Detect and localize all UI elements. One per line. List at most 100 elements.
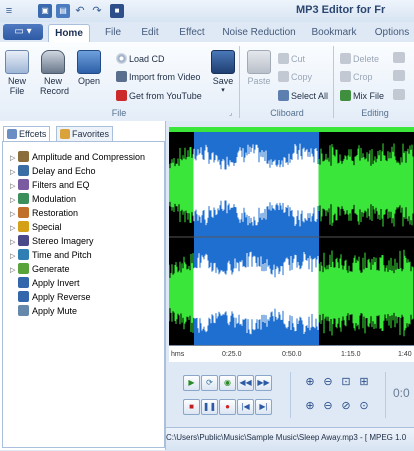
tree-item[interactable]: Apply Reverse: [10, 290, 91, 304]
crop-label: Crop: [353, 72, 373, 82]
youtube-icon: [116, 90, 127, 101]
paste-icon: [247, 50, 271, 74]
zoom-vert-out-icon[interactable]: ⊖: [321, 399, 335, 413]
scissors-icon: [278, 53, 289, 64]
skip-start-icon[interactable]: |◀: [237, 399, 254, 415]
effect-category-icon: [18, 263, 29, 274]
ribbon-divider: [333, 46, 334, 118]
copy-label: Copy: [291, 72, 313, 82]
play-selection-icon[interactable]: ◉: [219, 375, 236, 391]
save-icon[interactable]: ▣: [38, 4, 52, 18]
fast-forward-icon[interactable]: ▶▶: [255, 375, 272, 391]
select-all-label: Select All: [291, 91, 329, 101]
effect-category-icon: [18, 193, 29, 204]
skip-end-icon[interactable]: ▶|: [255, 399, 272, 415]
import-video-button[interactable]: Import from Video: [116, 70, 200, 84]
floppy-icon[interactable]: ■: [110, 4, 124, 18]
cut-button[interactable]: Cut: [278, 52, 305, 66]
open-icon[interactable]: ▤: [56, 4, 70, 18]
play-icon[interactable]: ▶: [183, 375, 200, 391]
load-cd-label: Load CD: [129, 54, 165, 64]
save-dropdown-icon[interactable]: ▾: [210, 86, 236, 96]
tab-effects[interactable]: Effcets: [3, 126, 51, 142]
window-title: MP3 Editor for Fr: [296, 4, 386, 16]
timeline-tick-label: 0:50.0: [282, 351, 302, 358]
effect-category-icon: [18, 179, 29, 190]
effect-category-icon: [18, 165, 29, 176]
tab-home[interactable]: Home: [48, 24, 90, 43]
tree-item[interactable]: ▷ Amplitude and Compression: [10, 150, 145, 164]
undo-icon[interactable]: ↶: [73, 4, 87, 18]
disabled-tool-icon[interactable]: [393, 89, 405, 100]
tab-noise-reduction[interactable]: Noise Reduction: [222, 24, 296, 42]
group-launcher-icon[interactable]: ⌟: [229, 109, 232, 117]
microphone-icon: [41, 50, 65, 74]
effect-category-icon: [18, 207, 29, 218]
redo-icon[interactable]: ↷: [90, 4, 104, 18]
disabled-tool-icon[interactable]: [393, 70, 405, 81]
tree-item[interactable]: Apply Mute: [10, 304, 77, 318]
pause-icon[interactable]: ❚❚: [201, 399, 218, 415]
mix-file-button[interactable]: Mix File: [340, 89, 384, 103]
tree-item[interactable]: ▷ Special: [10, 220, 62, 234]
zoom-selection-icon[interactable]: ⊡: [339, 375, 353, 389]
loop-icon[interactable]: ⟳: [201, 375, 218, 391]
save-label: Save: [212, 76, 234, 86]
load-cd-button[interactable]: Load CD: [116, 52, 165, 66]
zoom-divider: [385, 372, 386, 418]
waveform-display[interactable]: [169, 127, 414, 345]
tree-item-label: Filters and EQ: [32, 180, 90, 190]
tree-item[interactable]: ▷ Time and Pitch: [10, 248, 92, 262]
new-file-button[interactable]: New File: [4, 50, 30, 96]
app-menu-button[interactable]: ▭ ▾: [3, 24, 43, 40]
tree-item[interactable]: Apply Invert: [10, 276, 80, 290]
open-button[interactable]: Open: [76, 50, 102, 86]
record-icon[interactable]: ●: [219, 399, 236, 415]
crop-button[interactable]: Crop: [340, 70, 373, 84]
tree-item-label: Time and Pitch: [32, 250, 92, 260]
new-file-label: New File: [7, 76, 26, 96]
tree-item[interactable]: ▷ Filters and EQ: [10, 178, 90, 192]
stop-icon[interactable]: ■: [183, 399, 200, 415]
zoom-vert-in-icon[interactable]: ⊕: [303, 399, 317, 413]
menu-glyph-icon[interactable]: ≡: [2, 4, 16, 18]
select-all-icon: [278, 90, 289, 101]
cd-icon: [116, 53, 127, 64]
tree-item[interactable]: ▷ Restoration: [10, 206, 78, 220]
zoom-reset-icon[interactable]: ⊙: [357, 399, 371, 413]
rewind-icon[interactable]: ◀◀: [237, 375, 254, 391]
tab-options[interactable]: Options: [372, 24, 412, 42]
app-menu-icon: ▭: [14, 26, 24, 37]
get-youtube-button[interactable]: Get from YouTube: [116, 89, 202, 103]
tree-item[interactable]: ▷ Delay and Echo: [10, 164, 96, 178]
tab-effect[interactable]: Effect: [174, 24, 210, 42]
favorites-icon: [60, 129, 70, 139]
tab-bookmark[interactable]: Bookmark: [308, 24, 360, 42]
effect-category-icon: [18, 249, 29, 260]
timeline-tick-label: 1:15.0: [341, 351, 361, 358]
tree-item[interactable]: ▷ Generate: [10, 262, 70, 276]
zoom-out-icon[interactable]: ⊖: [321, 375, 335, 389]
zoom-fit-icon[interactable]: ⊘: [339, 399, 353, 413]
open-label: Open: [77, 76, 101, 86]
tree-item[interactable]: ▷ Stereo Imagery: [10, 234, 94, 248]
tree-item[interactable]: ▷ Modulation: [10, 192, 76, 206]
paste-button[interactable]: Paste: [246, 50, 272, 86]
new-record-button[interactable]: New Record: [40, 50, 69, 96]
delete-label: Delete: [353, 54, 380, 64]
select-all-button[interactable]: Select All: [278, 89, 328, 103]
tab-file[interactable]: File: [98, 24, 128, 42]
zoom-full-icon[interactable]: ⊞: [357, 375, 371, 389]
zoom-in-icon[interactable]: ⊕: [303, 375, 317, 389]
delete-button[interactable]: Delete: [340, 52, 379, 66]
effect-category-icon: [18, 291, 29, 302]
tab-favorites[interactable]: Favorites: [56, 126, 114, 142]
disabled-tool-icon[interactable]: [393, 52, 405, 63]
tab-edit[interactable]: Edit: [136, 24, 164, 42]
effect-category-icon: [18, 221, 29, 232]
copy-button[interactable]: Copy: [278, 70, 312, 84]
save-button[interactable]: Save ▾: [210, 50, 236, 96]
crop-icon: [340, 71, 351, 82]
overview-bar: [169, 127, 414, 132]
tree-item-label: Apply Invert: [32, 278, 80, 288]
